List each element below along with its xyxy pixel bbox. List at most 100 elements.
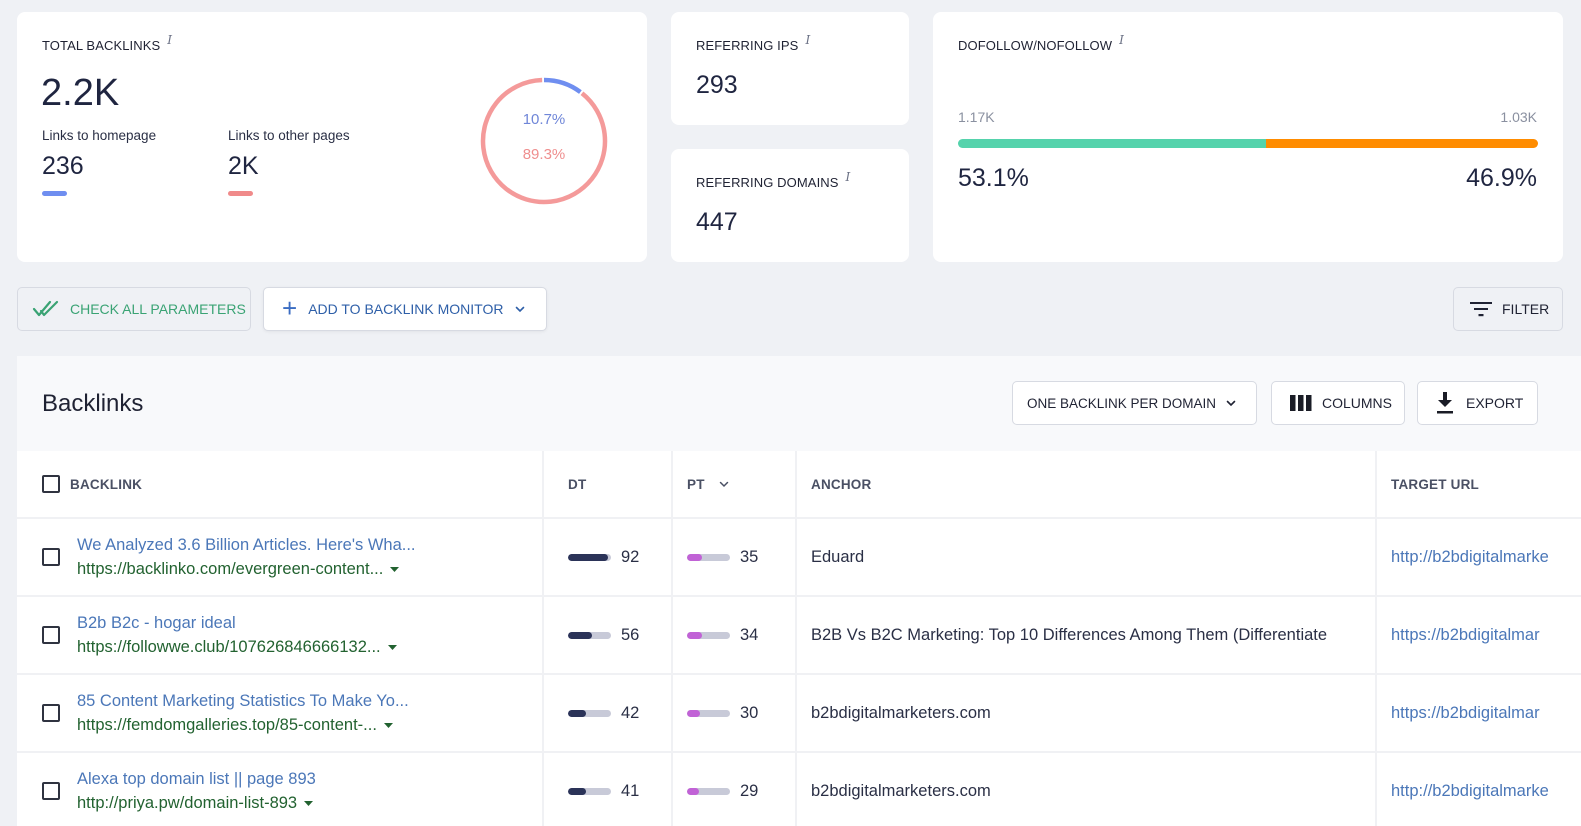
table-row: We Analyzed 3.6 Billion Articles. Here's… <box>17 519 1581 597</box>
caret-down-icon[interactable] <box>387 644 397 650</box>
row-checkbox[interactable] <box>42 704 60 722</box>
target-url-cell: https://b2bdigitalmar <box>1377 597 1581 673</box>
target-url-link[interactable]: http://b2bdigitalmarke <box>1391 782 1549 801</box>
columns-icon <box>1290 395 1312 411</box>
referring-ips-value: 293 <box>696 71 738 99</box>
anchor-text: b2bdigitalmarketers.com <box>811 703 991 722</box>
check-all-parameters-label: Check all parameters <box>70 301 246 317</box>
column-header-dt[interactable]: DT <box>544 451 673 517</box>
info-icon[interactable]: i <box>805 33 810 47</box>
backlink-cell: 85 Content Marketing Statistics To Make … <box>17 675 544 751</box>
backlink-mode-selected: One backlink per domain <box>1027 395 1217 411</box>
backlink-url-text[interactable]: https://followwe.club/107626846666132... <box>77 638 381 657</box>
add-to-backlink-monitor-button[interactable]: + Add to backlink monitor <box>263 287 547 331</box>
table-row: Alexa top domain list || page 893 http:/… <box>17 753 1581 826</box>
table-row: 85 Content Marketing Statistics To Make … <box>17 675 1581 753</box>
filter-button[interactable]: Filter <box>1453 287 1563 331</box>
pt-meter <box>687 631 730 639</box>
total-backlinks-label: Total Backlinks i <box>42 33 172 53</box>
backlink-title-link[interactable]: 85 Content Marketing Statistics To Make … <box>77 692 409 711</box>
row-checkbox[interactable] <box>42 782 60 800</box>
backlink-title-link[interactable]: We Analyzed 3.6 Billion Articles. Here's… <box>77 536 416 555</box>
links-to-homepage-label: Links to homepage <box>42 128 157 143</box>
referring-domains-card: Referring Domains i 447 <box>671 149 909 262</box>
links-to-other-pages-label: Links to other pages <box>228 128 350 143</box>
dt-cell: 41 <box>544 753 673 826</box>
info-icon[interactable]: i <box>1119 33 1124 47</box>
info-icon[interactable]: i <box>167 33 172 47</box>
column-header-backlink[interactable]: Backlink <box>17 451 544 517</box>
dofollow-segment <box>958 139 1266 148</box>
sort-desc-icon[interactable] <box>719 481 729 488</box>
pt-meter-fill <box>687 553 703 561</box>
column-header-target-url[interactable]: Target URL <box>1377 451 1581 517</box>
column-header-label: DT <box>568 476 587 492</box>
caret-down-icon[interactable] <box>304 800 314 806</box>
dt-cell: 92 <box>544 519 673 595</box>
backlink-title-link[interactable]: B2b B2c - hogar ideal <box>77 614 397 633</box>
donut-other-pct: 89.3% <box>522 146 566 163</box>
other-pages-legend-swatch <box>228 191 253 196</box>
pt-meter-fill <box>687 631 702 639</box>
dofollow-nofollow-card: Dofollow/Nofollow i 1.17K 1.03K 53.1% 46… <box>933 12 1563 262</box>
row-checkbox[interactable] <box>42 626 60 644</box>
dofollow-nofollow-bar <box>958 139 1538 148</box>
backlinks-table: Backlink DT PT Anchor Target URL We <box>17 451 1581 826</box>
referring-domains-value: 447 <box>696 208 738 236</box>
pt-meter-fill <box>687 787 700 795</box>
filter-icon <box>1470 301 1492 317</box>
referring-ips-card: Referring IPs i 293 <box>671 12 909 125</box>
target-url-link[interactable]: http://b2bdigitalmarke <box>1391 548 1549 567</box>
anchor-text: Eduard <box>811 547 865 566</box>
backlink-url[interactable]: https://backlinko.com/evergreen-content.… <box>77 560 416 579</box>
export-button[interactable]: Export <box>1417 381 1538 425</box>
donut-chart <box>480 77 608 205</box>
columns-button[interactable]: Columns <box>1271 381 1405 425</box>
target-url-link[interactable]: https://b2bdigitalmar <box>1391 704 1540 723</box>
target-url-cell: http://b2bdigitalmarke <box>1377 753 1581 826</box>
backlink-url-text[interactable]: http://priya.pw/domain-list-893 <box>77 794 297 813</box>
backlink-info: 85 Content Marketing Statistics To Make … <box>77 692 409 735</box>
dt-meter <box>568 787 611 795</box>
backlink-url-text[interactable]: https://femdomgalleries.top/85-content-.… <box>77 716 377 735</box>
dt-meter <box>568 553 611 561</box>
pt-cell: 34 <box>673 597 797 673</box>
download-icon <box>1436 392 1454 414</box>
target-url-cell: http://b2bdigitalmarke <box>1377 519 1581 595</box>
referring-domains-label-text: Referring Domains <box>696 175 839 190</box>
dt-meter <box>568 631 611 639</box>
backlink-url-text[interactable]: https://backlinko.com/evergreen-content.… <box>77 560 383 579</box>
backlink-url[interactable]: https://femdomgalleries.top/85-content-.… <box>77 716 409 735</box>
column-header-anchor[interactable]: Anchor <box>797 451 1377 517</box>
caret-down-icon[interactable] <box>390 566 400 572</box>
check-all-parameters-button[interactable]: Check all parameters <box>17 287 251 331</box>
links-to-other-pages: Links to other pages 2K <box>228 128 350 196</box>
table-row: B2b B2c - hogar ideal https://followwe.c… <box>17 597 1581 675</box>
info-icon[interactable]: i <box>846 170 851 184</box>
dt-cell: 42 <box>544 675 673 751</box>
backlink-cell: We Analyzed 3.6 Billion Articles. Here's… <box>17 519 544 595</box>
homepage-ratio-donut: 10.7% 89.3% <box>479 76 609 206</box>
column-header-pt[interactable]: PT <box>673 451 797 517</box>
pt-meter-fill <box>687 709 700 717</box>
total-backlinks-card: Total Backlinks i 2.2K Links to homepage… <box>17 12 647 262</box>
links-to-other-pages-value: 2K <box>228 152 259 180</box>
caret-down-icon[interactable] <box>383 722 393 728</box>
chevron-down-icon <box>515 306 525 313</box>
select-all-checkbox[interactable] <box>42 475 60 493</box>
backlink-mode-select[interactable]: One backlink per domain <box>1012 381 1257 425</box>
pt-meter <box>687 709 730 717</box>
pt-cell: 35 <box>673 519 797 595</box>
pt-value: 29 <box>740 781 759 800</box>
dt-value: 56 <box>621 625 640 644</box>
referring-ips-label: Referring IPs i <box>696 33 810 53</box>
backlink-url[interactable]: http://priya.pw/domain-list-893 <box>77 794 316 813</box>
row-checkbox[interactable] <box>42 548 60 566</box>
backlink-title-link[interactable]: Alexa top domain list || page 893 <box>77 770 316 789</box>
filter-label: Filter <box>1502 301 1550 317</box>
target-url-link[interactable]: https://b2bdigitalmar <box>1391 626 1540 645</box>
column-header-label: Target URL <box>1391 476 1479 492</box>
backlink-url[interactable]: https://followwe.club/107626846666132... <box>77 638 397 657</box>
dt-value: 92 <box>621 547 640 566</box>
export-label: Export <box>1466 395 1524 411</box>
